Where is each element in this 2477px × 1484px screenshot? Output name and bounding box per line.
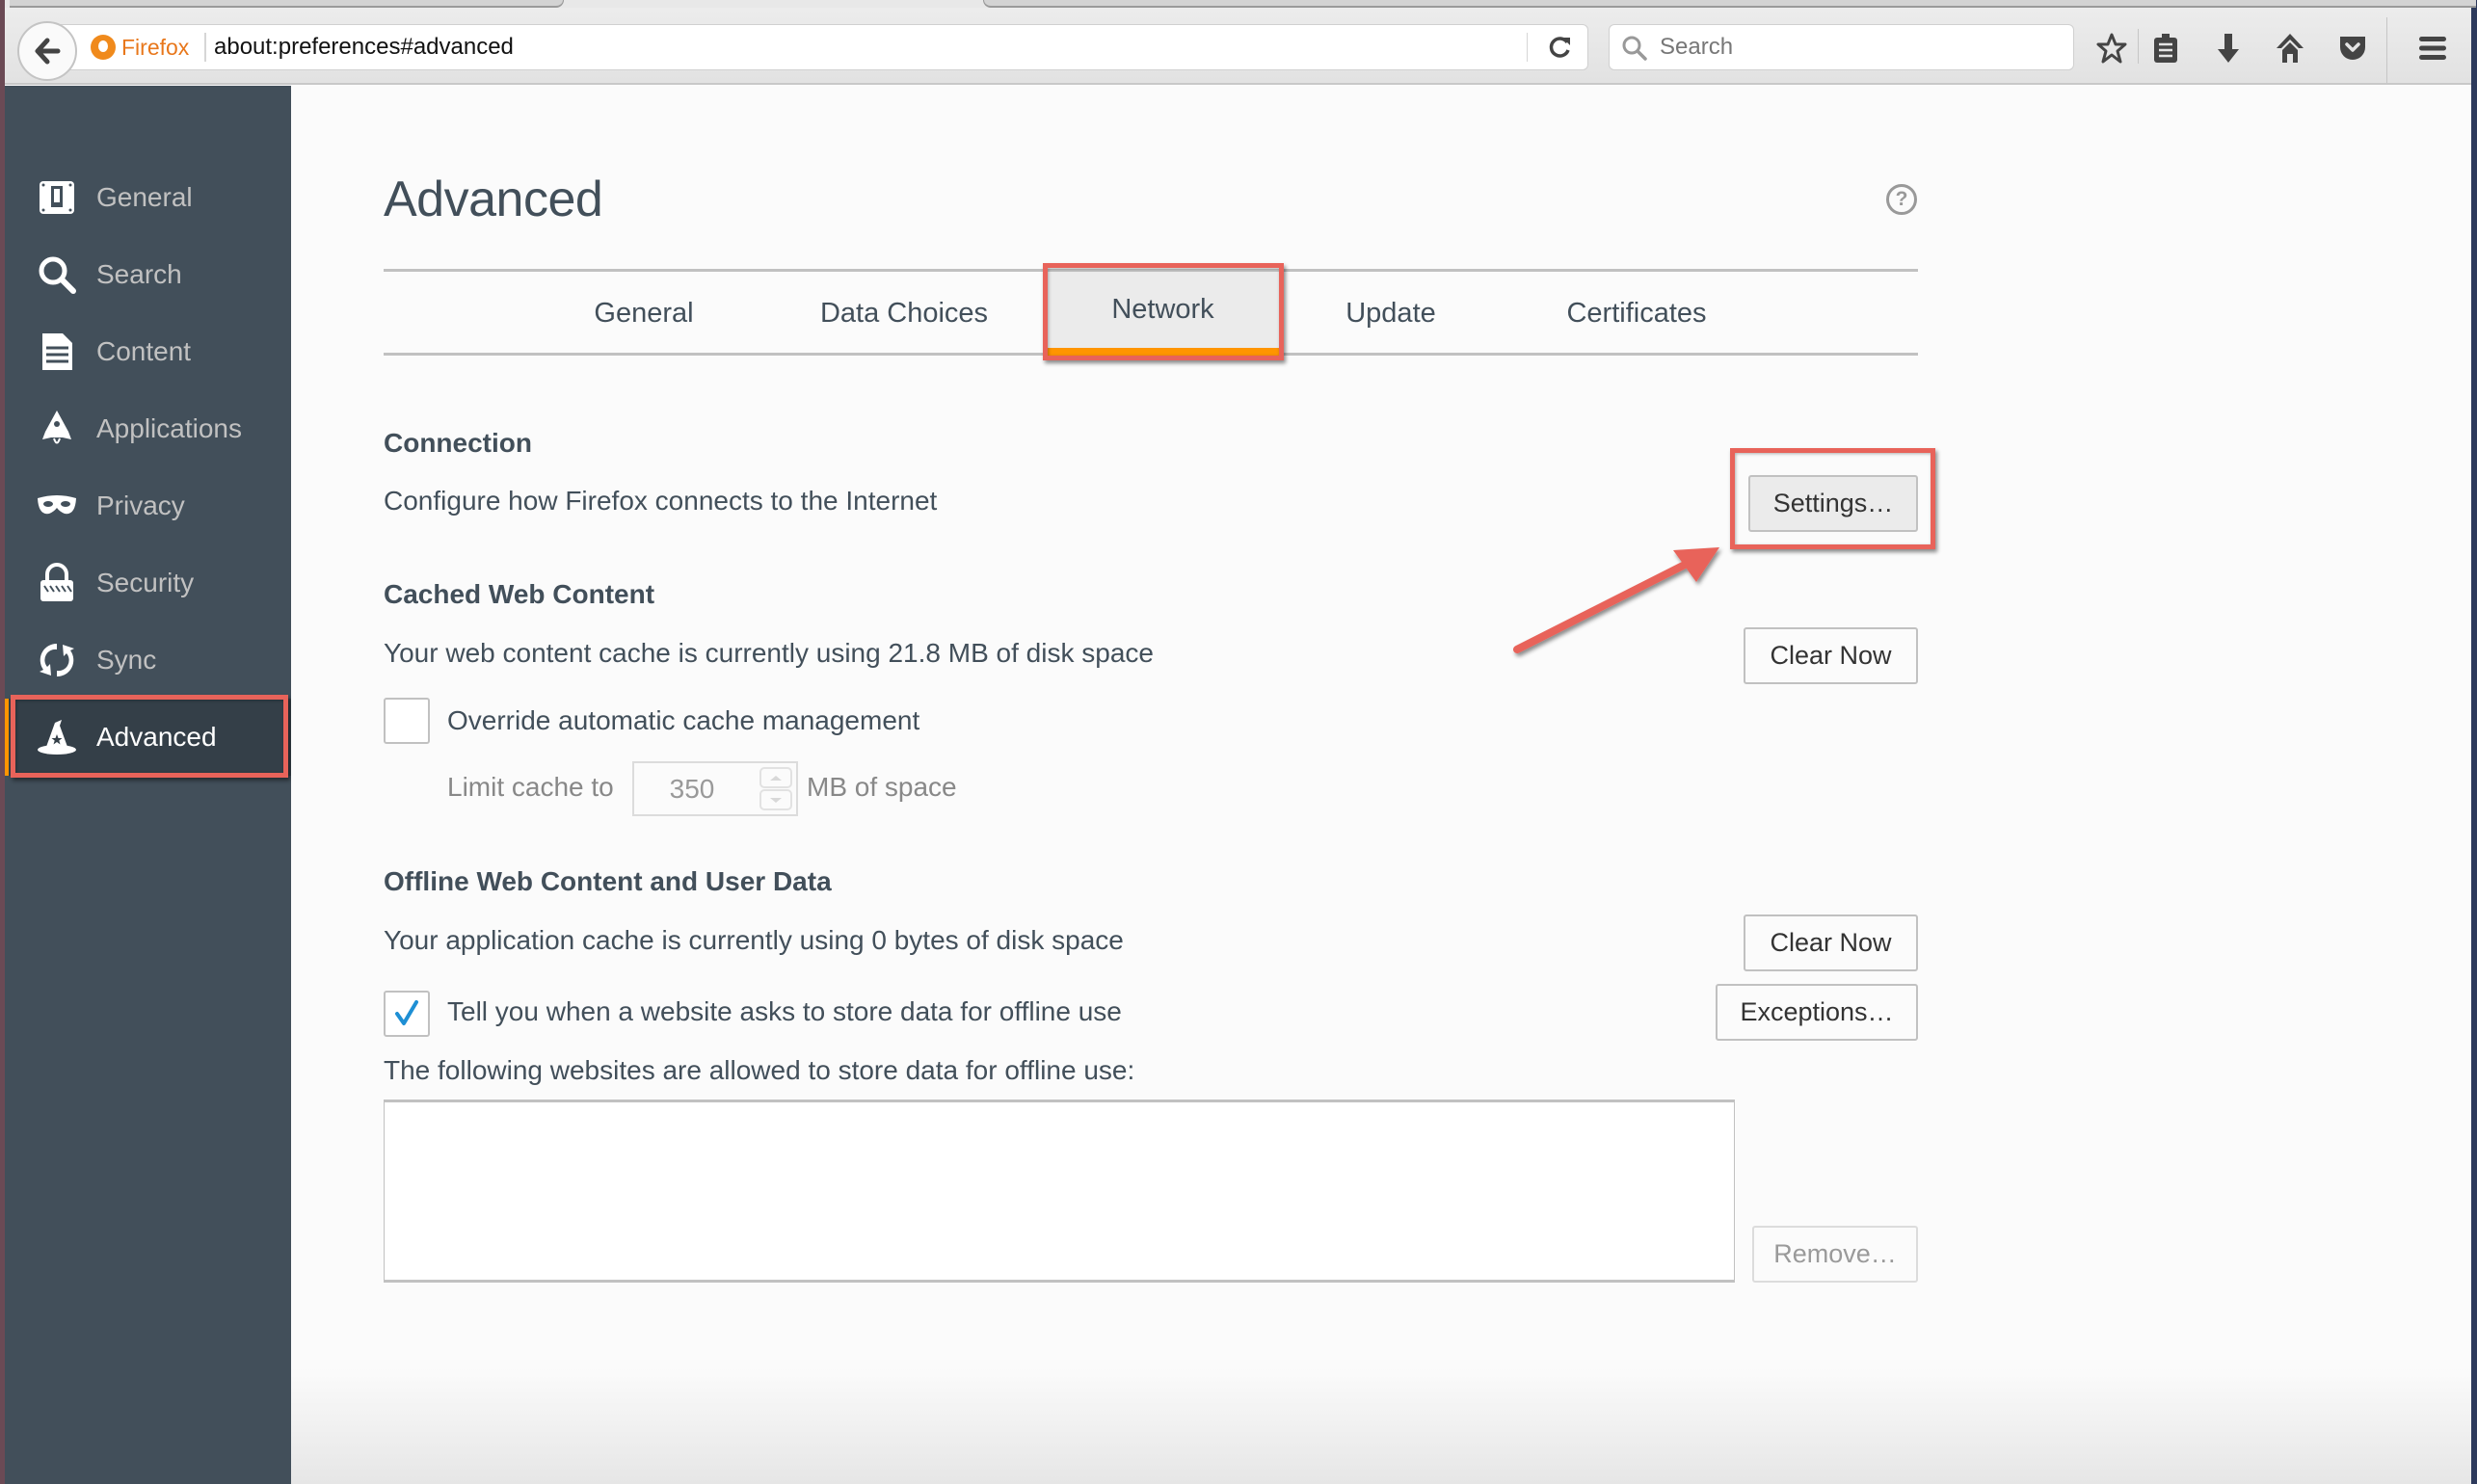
home-icon xyxy=(2277,34,2304,63)
navigation-toolbar: Firefox about:preferences#advanced Searc… xyxy=(5,8,2471,85)
back-arrow-icon xyxy=(35,38,61,65)
sidebar-item-applications[interactable]: Applications xyxy=(5,390,291,467)
page-title: Advanced xyxy=(384,172,603,227)
pocket-button[interactable] xyxy=(2333,29,2372,67)
sidebar-item-label: Sync xyxy=(96,645,157,675)
connection-description: Configure how Firefox connects to the In… xyxy=(384,486,938,516)
general-icon xyxy=(37,177,77,218)
preferences-content: Advanced ? General Data Choices Network … xyxy=(291,86,2471,1484)
sidebar-item-search[interactable]: Search xyxy=(5,236,291,313)
sidebar-item-label: Content xyxy=(96,336,192,366)
identity-label: Firefox xyxy=(121,34,190,60)
reading-list-button[interactable] xyxy=(2146,29,2185,67)
chevron-up-icon xyxy=(770,775,782,781)
pocket-icon xyxy=(2340,37,2365,60)
limit-cache-label: Limit cache to xyxy=(447,772,614,802)
clear-cache-button[interactable]: Clear Now xyxy=(1744,627,1918,684)
identity-separator xyxy=(204,33,206,62)
content-icon xyxy=(37,331,77,372)
sidebar-item-label: General xyxy=(96,182,193,212)
browser-tab-right[interactable] xyxy=(983,0,2476,8)
url-bar[interactable]: Firefox about:preferences#advanced xyxy=(61,24,1588,70)
tab-data-choices[interactable]: Data Choices xyxy=(788,272,1020,356)
override-cache-label[interactable]: Override automatic cache management xyxy=(447,705,919,736)
search-placeholder: Search xyxy=(1660,34,1734,60)
menu-button[interactable] xyxy=(2413,29,2452,67)
tell-offline-checkbox[interactable] xyxy=(384,991,430,1037)
connection-settings-button[interactable]: Settings… xyxy=(1748,475,1918,532)
clear-app-cache-button[interactable]: Clear Now xyxy=(1744,914,1918,971)
url-text[interactable]: about:preferences#advanced xyxy=(214,25,514,69)
cache-size-input[interactable]: 350 xyxy=(632,761,798,816)
sidebar-item-advanced[interactable]: Advanced xyxy=(5,699,291,776)
sidebar-item-privacy[interactable]: Privacy xyxy=(5,467,291,544)
tab-certificates[interactable]: Certificates xyxy=(1531,272,1743,356)
site-identity[interactable]: Firefox xyxy=(91,25,189,69)
advanced-wizard-hat-icon xyxy=(37,717,77,757)
sidebar-item-general[interactable]: General xyxy=(5,159,291,236)
cache-usage-text: Your web content cache is currently usin… xyxy=(384,638,1154,668)
sidebar-item-security[interactable]: Security xyxy=(5,544,291,622)
sidebar-item-sync[interactable]: Sync xyxy=(5,622,291,699)
allowed-sites-label: The following websites are allowed to st… xyxy=(384,1055,1135,1085)
search-icon xyxy=(37,254,77,295)
sidebar-item-content[interactable]: Content xyxy=(5,313,291,390)
cache-size-value: 350 xyxy=(669,774,715,804)
applications-icon xyxy=(37,409,77,449)
privacy-mask-icon xyxy=(37,486,77,526)
downloads-icon xyxy=(2218,34,2239,63)
reload-button[interactable] xyxy=(1541,29,1580,66)
advanced-tabs: General Data Choices Network Update Cert… xyxy=(384,269,1918,356)
bookmark-star-button[interactable] xyxy=(2092,29,2131,67)
bottom-fade xyxy=(291,1368,2471,1484)
toolbar-separator xyxy=(2386,17,2387,83)
back-button[interactable] xyxy=(17,21,77,81)
tell-offline-label[interactable]: Tell you when a website asks to store da… xyxy=(447,996,1122,1027)
checkmark-icon xyxy=(395,1000,418,1025)
limit-cache-unit: MB of space xyxy=(807,772,957,802)
offline-exceptions-button[interactable]: Exceptions… xyxy=(1716,984,1918,1041)
sync-icon xyxy=(37,640,77,680)
menu-icon xyxy=(2419,37,2446,60)
app-cache-usage-text: Your application cache is currently usin… xyxy=(384,925,1124,955)
sidebar-item-label: Applications xyxy=(96,413,242,443)
firefox-logo-icon xyxy=(91,35,116,60)
home-button[interactable] xyxy=(2271,29,2309,67)
offline-sites-list[interactable] xyxy=(384,1100,1735,1283)
tab-network[interactable]: Network xyxy=(1045,272,1281,356)
connection-heading: Connection xyxy=(384,428,532,458)
chevron-down-icon xyxy=(770,797,782,803)
override-cache-checkbox[interactable] xyxy=(384,698,430,744)
bookmark-star-icon xyxy=(2096,33,2127,64)
reload-icon xyxy=(1549,37,1570,58)
sidebar-item-label: Advanced xyxy=(96,722,217,752)
reload-separator xyxy=(1527,33,1528,62)
help-icon[interactable]: ? xyxy=(1886,184,1917,215)
remove-site-button: Remove… xyxy=(1752,1226,1918,1283)
sidebar-item-label: Privacy xyxy=(96,490,185,520)
cache-size-increment[interactable] xyxy=(759,767,792,788)
search-bar[interactable]: Search xyxy=(1609,24,2074,70)
tab-update[interactable]: Update xyxy=(1299,272,1482,356)
downloads-button[interactable] xyxy=(2209,29,2248,67)
cached-content-heading: Cached Web Content xyxy=(384,579,655,609)
security-lock-icon xyxy=(37,563,77,603)
reading-list-icon xyxy=(2154,34,2177,63)
browser-tab-left[interactable] xyxy=(10,0,564,8)
sidebar-item-label: Security xyxy=(96,568,195,597)
toolbar-separator xyxy=(2138,29,2139,64)
offline-content-heading: Offline Web Content and User Data xyxy=(384,866,832,896)
sidebar-item-label: Search xyxy=(96,259,182,289)
tab-general[interactable]: General xyxy=(552,272,735,356)
window-edge-right xyxy=(2471,0,2477,1484)
preferences-sidebar: General Search Content Applications Priv… xyxy=(5,86,291,1484)
search-icon xyxy=(1622,36,1647,61)
cache-size-decrement[interactable] xyxy=(759,789,792,810)
